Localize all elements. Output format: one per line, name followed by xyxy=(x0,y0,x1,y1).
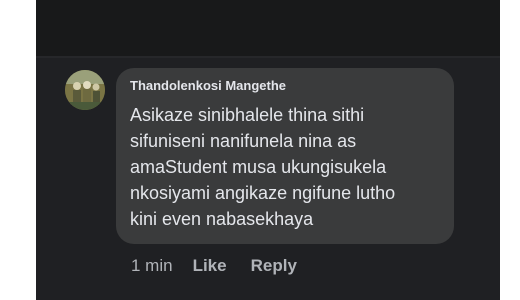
comment-actions: 1 min Like Reply xyxy=(131,256,321,276)
comment-bubble: Thandolenkosi Mangethe Asikaze sinibhale… xyxy=(116,68,454,244)
comment-timestamp[interactable]: 1 min xyxy=(131,256,173,276)
comment-author[interactable]: Thandolenkosi Mangethe xyxy=(130,78,440,94)
avatar[interactable] xyxy=(65,70,105,110)
profile-photo-icon xyxy=(65,70,105,110)
comment-text: Asikaze sinibhalele thina sithi sifunise… xyxy=(130,105,396,229)
like-button[interactable]: Like xyxy=(193,256,227,276)
previous-content-area xyxy=(36,0,500,56)
reply-button[interactable]: Reply xyxy=(251,256,297,276)
